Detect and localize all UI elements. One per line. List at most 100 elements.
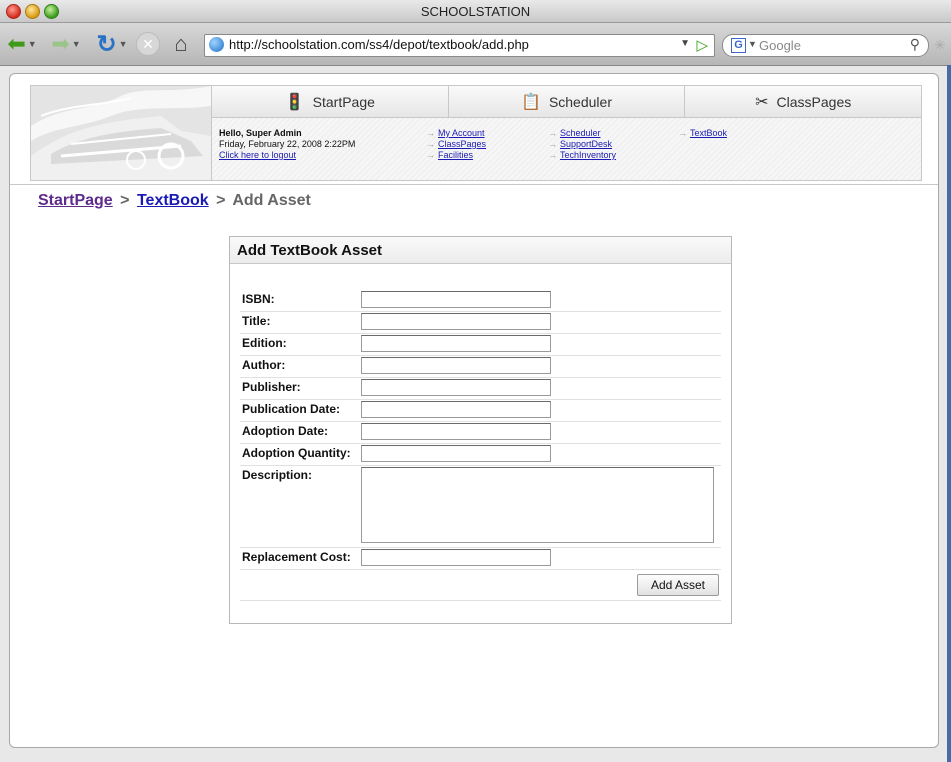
link-scheduler[interactable]: Scheduler (560, 128, 601, 138)
link-facilities[interactable]: Facilities (438, 150, 473, 160)
google-icon[interactable]: G (731, 38, 746, 53)
chevron-down-icon: ▼ (71, 39, 81, 49)
logout-link[interactable]: Click here to logout (219, 150, 355, 161)
tab-label: StartPage (312, 93, 375, 110)
home-button[interactable]: ⌂ (166, 30, 196, 58)
chevron-down-icon[interactable]: ▼ (748, 39, 757, 49)
forward-arrow-icon: ➡ (51, 31, 70, 56)
adoption-date-input[interactable] (361, 423, 551, 440)
title-input[interactable] (361, 313, 551, 330)
arrow-icon: → (548, 128, 557, 138)
arrow-icon: → (426, 128, 435, 138)
url-text[interactable]: http://schoolstation.com/ss4/depot/textb… (229, 37, 529, 52)
divider (10, 184, 938, 185)
isbn-label: ISBN: (242, 292, 275, 306)
description-input[interactable] (361, 467, 714, 543)
search-bar[interactable]: G ▼ Google ⚲ (722, 34, 929, 57)
publication-date-input[interactable] (361, 401, 551, 418)
arrow-icon: → (548, 150, 557, 160)
publication-date-label: Publication Date: (242, 402, 341, 416)
tab-label: ClassPages (776, 93, 852, 110)
links-column-1: → My Account → ClassPages → Facilities (426, 128, 486, 161)
tab-scheduler[interactable]: 📋 Scheduler (449, 86, 686, 117)
tab-startpage[interactable]: 🚦 StartPage (212, 86, 449, 117)
globe-icon (209, 37, 224, 52)
links-column-3: → TextBook (678, 128, 727, 139)
browser-toolbar: ⬅ ▼ ➡ ▼ ↻ ▼ ✕ ⌂ http://schoolstation.com/ss… (0, 23, 951, 66)
back-button[interactable]: ⬅ ▼ (2, 31, 42, 57)
adoption-quantity-input[interactable] (361, 445, 551, 462)
description-label: Description: (242, 468, 313, 482)
form-row-adoption-quantity: Adoption Quantity: (240, 443, 721, 466)
publisher-input[interactable] (361, 379, 551, 396)
add-asset-button[interactable]: Add Asset (637, 574, 719, 596)
link-my-account[interactable]: My Account (438, 128, 485, 138)
window-title: SCHOOLSTATION (420, 4, 531, 19)
chevron-down-icon: ▼ (118, 39, 128, 49)
author-input[interactable] (361, 357, 551, 374)
link-techinventory[interactable]: TechInventory (560, 150, 616, 160)
reload-icon: ↻ (96, 30, 117, 58)
greeting: Hello, Super Admin (219, 128, 302, 138)
search-placeholder[interactable]: Google (759, 38, 801, 53)
page-content: 🚦 StartPage 📋 Scheduler ✂ ClassPages Hel… (9, 73, 939, 748)
form-row-title: Title: (240, 311, 721, 334)
home-icon: ⌂ (174, 31, 188, 56)
adoption-quantity-label: Adoption Quantity: (242, 446, 351, 460)
search-icon[interactable]: ⚲ (910, 36, 920, 53)
links-column-2: → Scheduler → SupportDesk → TechInventory (548, 128, 616, 161)
form-row-description: Description: (240, 465, 721, 548)
arrow-icon: → (426, 139, 435, 149)
tab-classpages[interactable]: ✂ ClassPages (685, 86, 921, 117)
isbn-input[interactable] (361, 291, 551, 308)
notepad-icon: 📋 (521, 93, 541, 111)
forward-button[interactable]: ➡ ▼ (46, 31, 86, 57)
edition-label: Edition: (242, 336, 287, 350)
scissors-icon: ✂ (755, 93, 769, 111)
stop-button[interactable]: ✕ (136, 32, 160, 56)
window-titlebar: SCHOOLSTATION (0, 0, 951, 23)
form-row-edition: Edition: (240, 333, 721, 356)
form-row-isbn: ISBN: (240, 289, 721, 312)
replacement-cost-input[interactable] (361, 549, 551, 566)
window-edge (947, 65, 951, 762)
user-info-bar: Hello, Super Admin Friday, February 22, … (212, 118, 921, 180)
form-row-replacement-cost: Replacement Cost: (240, 547, 721, 570)
arrow-icon: → (426, 150, 435, 160)
stop-icon: ✕ (142, 35, 154, 52)
main-nav: 🚦 StartPage 📋 Scheduler ✂ ClassPages (212, 86, 921, 118)
address-bar[interactable]: http://schoolstation.com/ss4/depot/textb… (204, 34, 715, 57)
url-dropdown-icon[interactable]: ▼ (680, 38, 690, 49)
divider (240, 600, 721, 601)
traffic-light-icon: 🚦 (284, 93, 305, 111)
user-info: Hello, Super Admin Friday, February 22, … (219, 128, 355, 161)
train-logo (31, 86, 212, 180)
publisher-label: Publisher: (242, 380, 301, 394)
reload-button[interactable]: ↻ ▼ (92, 30, 132, 58)
breadcrumb-current: Add Asset (232, 192, 311, 209)
arrow-icon: → (548, 139, 557, 149)
locomotive-icon (31, 86, 211, 180)
breadcrumb-startpage[interactable]: StartPage (38, 192, 113, 209)
form-row-publication-date: Publication Date: (240, 399, 721, 422)
tab-label: Scheduler (548, 93, 612, 110)
breadcrumb-separator: > (120, 192, 130, 209)
go-icon[interactable]: ▷ (696, 36, 708, 54)
form-row-publisher: Publisher: (240, 377, 721, 400)
form-row-adoption-date: Adoption Date: (240, 421, 721, 444)
site-header: 🚦 StartPage 📋 Scheduler ✂ ClassPages Hel… (30, 85, 922, 181)
replacement-cost-label: Replacement Cost: (242, 550, 351, 564)
link-classpages[interactable]: ClassPages (438, 139, 486, 149)
link-textbook[interactable]: TextBook (690, 128, 727, 138)
author-label: Author: (242, 358, 286, 372)
breadcrumb-separator: > (216, 192, 226, 209)
back-arrow-icon: ⬅ (7, 31, 26, 56)
arrow-icon: → (678, 128, 687, 138)
chevron-down-icon: ▼ (27, 39, 37, 49)
edition-input[interactable] (361, 335, 551, 352)
link-supportdesk[interactable]: SupportDesk (560, 139, 612, 149)
breadcrumb-textbook[interactable]: TextBook (137, 192, 209, 209)
form-title: Add TextBook Asset (230, 237, 731, 264)
title-label: Title: (242, 314, 271, 328)
current-date: Friday, February 22, 2008 2:22PM (219, 139, 356, 149)
